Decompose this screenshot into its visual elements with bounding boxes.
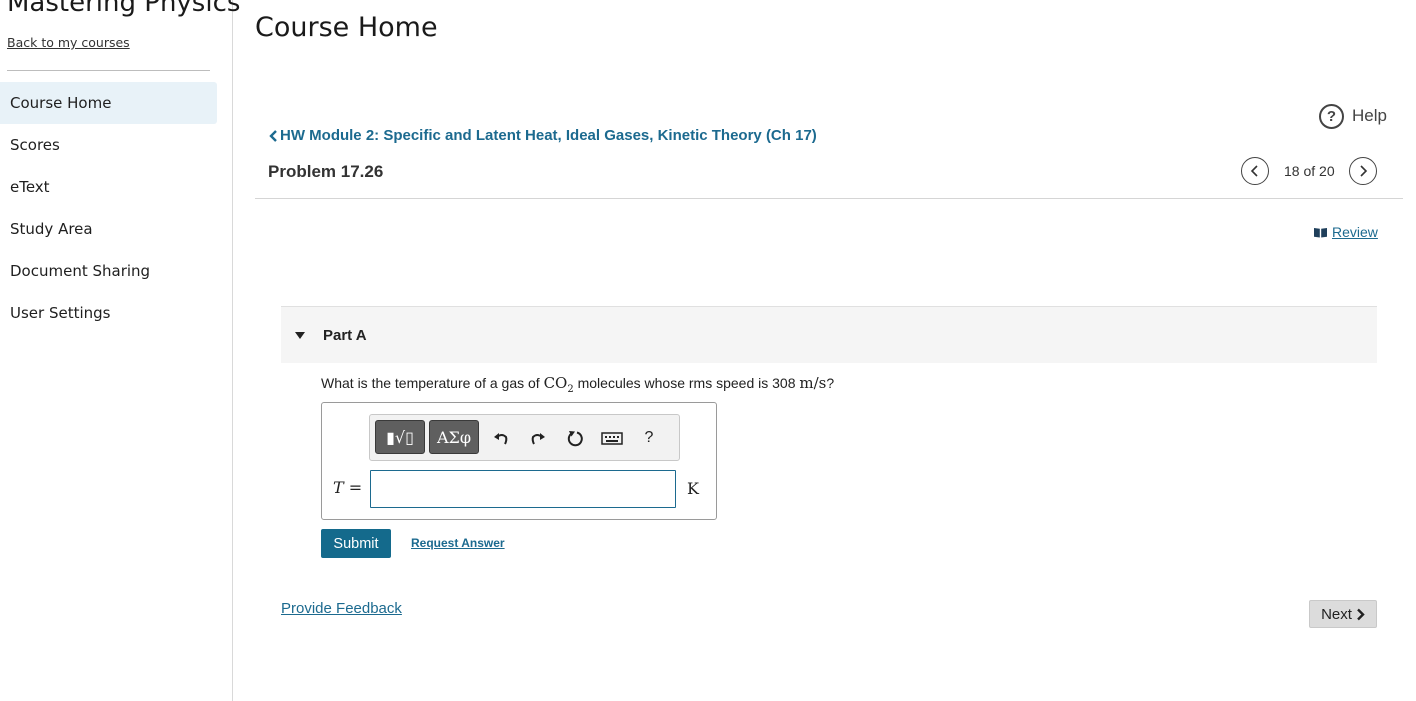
formula: CO2 — [543, 374, 574, 395]
symbols-button[interactable]: ΑΣφ — [429, 420, 479, 454]
redo-button[interactable] — [525, 425, 551, 451]
formula-main: CO — [543, 374, 568, 392]
chevron-left-icon — [1250, 165, 1258, 177]
caret-down-icon — [295, 331, 305, 339]
chevron-right-icon — [1360, 165, 1367, 177]
redo-icon — [531, 433, 545, 445]
review-label: Review — [1332, 224, 1378, 240]
sidebar-item-document-sharing[interactable]: Document Sharing — [0, 250, 217, 292]
sidebar-item-study-area[interactable]: Study Area — [0, 208, 217, 250]
page-title: Course Home — [255, 12, 438, 43]
answer-variable-label: T = — [333, 478, 362, 497]
help-label: Help — [1352, 106, 1387, 125]
book-icon — [1314, 227, 1327, 237]
equals-sign: = — [348, 478, 363, 497]
help-icon: ? — [1319, 103, 1344, 129]
symbols-icon: ΑΣφ — [436, 427, 472, 447]
sidebar-item-user-settings[interactable]: User Settings — [0, 292, 217, 334]
answer-variable: T — [333, 478, 344, 497]
next-label: Next — [1321, 605, 1352, 623]
keyboard-button[interactable] — [599, 425, 625, 451]
answer-box: ▮√▯ ΑΣφ ? T = K — [321, 402, 717, 520]
header-divider — [255, 198, 1403, 199]
math-toolbar: ▮√▯ ΑΣφ ? — [369, 414, 680, 461]
templates-icon: ▮√▯ — [386, 427, 414, 447]
problem-pager: 18 of 20 — [1241, 157, 1377, 185]
breadcrumb-label: HW Module 2: Specific and Latent Heat, I… — [280, 127, 817, 144]
review-link[interactable]: Review — [1313, 224, 1378, 240]
answer-input[interactable] — [370, 470, 676, 508]
question-suffix: ? — [826, 375, 835, 391]
undo-icon — [494, 433, 508, 445]
question-text: What is the temperature of a gas of CO2 … — [321, 374, 834, 395]
templates-button[interactable]: ▮√▯ — [375, 420, 425, 454]
math-help-button[interactable]: ? — [636, 425, 662, 451]
question-mark-icon: ? — [644, 429, 654, 446]
sidebar-item-scores[interactable]: Scores — [0, 124, 217, 166]
help-button[interactable]: ? Help — [1319, 103, 1387, 129]
app-title: Mastering Physics — [7, 0, 241, 18]
answer-unit: K — [687, 479, 699, 498]
question-prefix: What is the temperature of a gas of — [321, 375, 544, 391]
problem-title: Problem 17.26 — [268, 162, 384, 181]
part-label: Part A — [323, 326, 367, 344]
sidebar: Mastering Physics Back to my courses Cou… — [0, 0, 240, 701]
reset-button[interactable] — [562, 425, 588, 451]
sidebar-item-course-home[interactable]: Course Home — [0, 82, 217, 124]
pager-position: 18 of 20 — [1284, 163, 1335, 179]
submit-button[interactable]: Submit — [321, 529, 391, 558]
next-button[interactable]: Next — [1309, 600, 1377, 628]
undo-button[interactable] — [488, 425, 514, 451]
request-answer-link[interactable]: Request Answer — [411, 536, 505, 550]
speed-unit: m/s — [799, 374, 827, 392]
back-to-courses-link[interactable]: Back to my courses — [7, 35, 130, 50]
chevron-left-icon — [269, 129, 277, 142]
sidebar-nav: Course Home Scores eText Study Area Docu… — [0, 82, 217, 334]
reset-icon — [567, 431, 583, 447]
question-middle: molecules whose rms speed is 308 — [573, 375, 800, 391]
provide-feedback-link[interactable]: Provide Feedback — [281, 600, 402, 617]
sidebar-divider — [7, 70, 210, 71]
chevron-right-icon — [1357, 608, 1365, 620]
part-a-toggle[interactable]: Part A — [281, 306, 1377, 363]
next-problem-button[interactable] — [1348, 157, 1377, 185]
previous-problem-button[interactable] — [1241, 157, 1269, 185]
sidebar-item-etext[interactable]: eText — [0, 166, 217, 208]
assignment-breadcrumb[interactable]: HW Module 2: Specific and Latent Heat, I… — [268, 127, 817, 144]
keyboard-icon — [601, 432, 623, 445]
